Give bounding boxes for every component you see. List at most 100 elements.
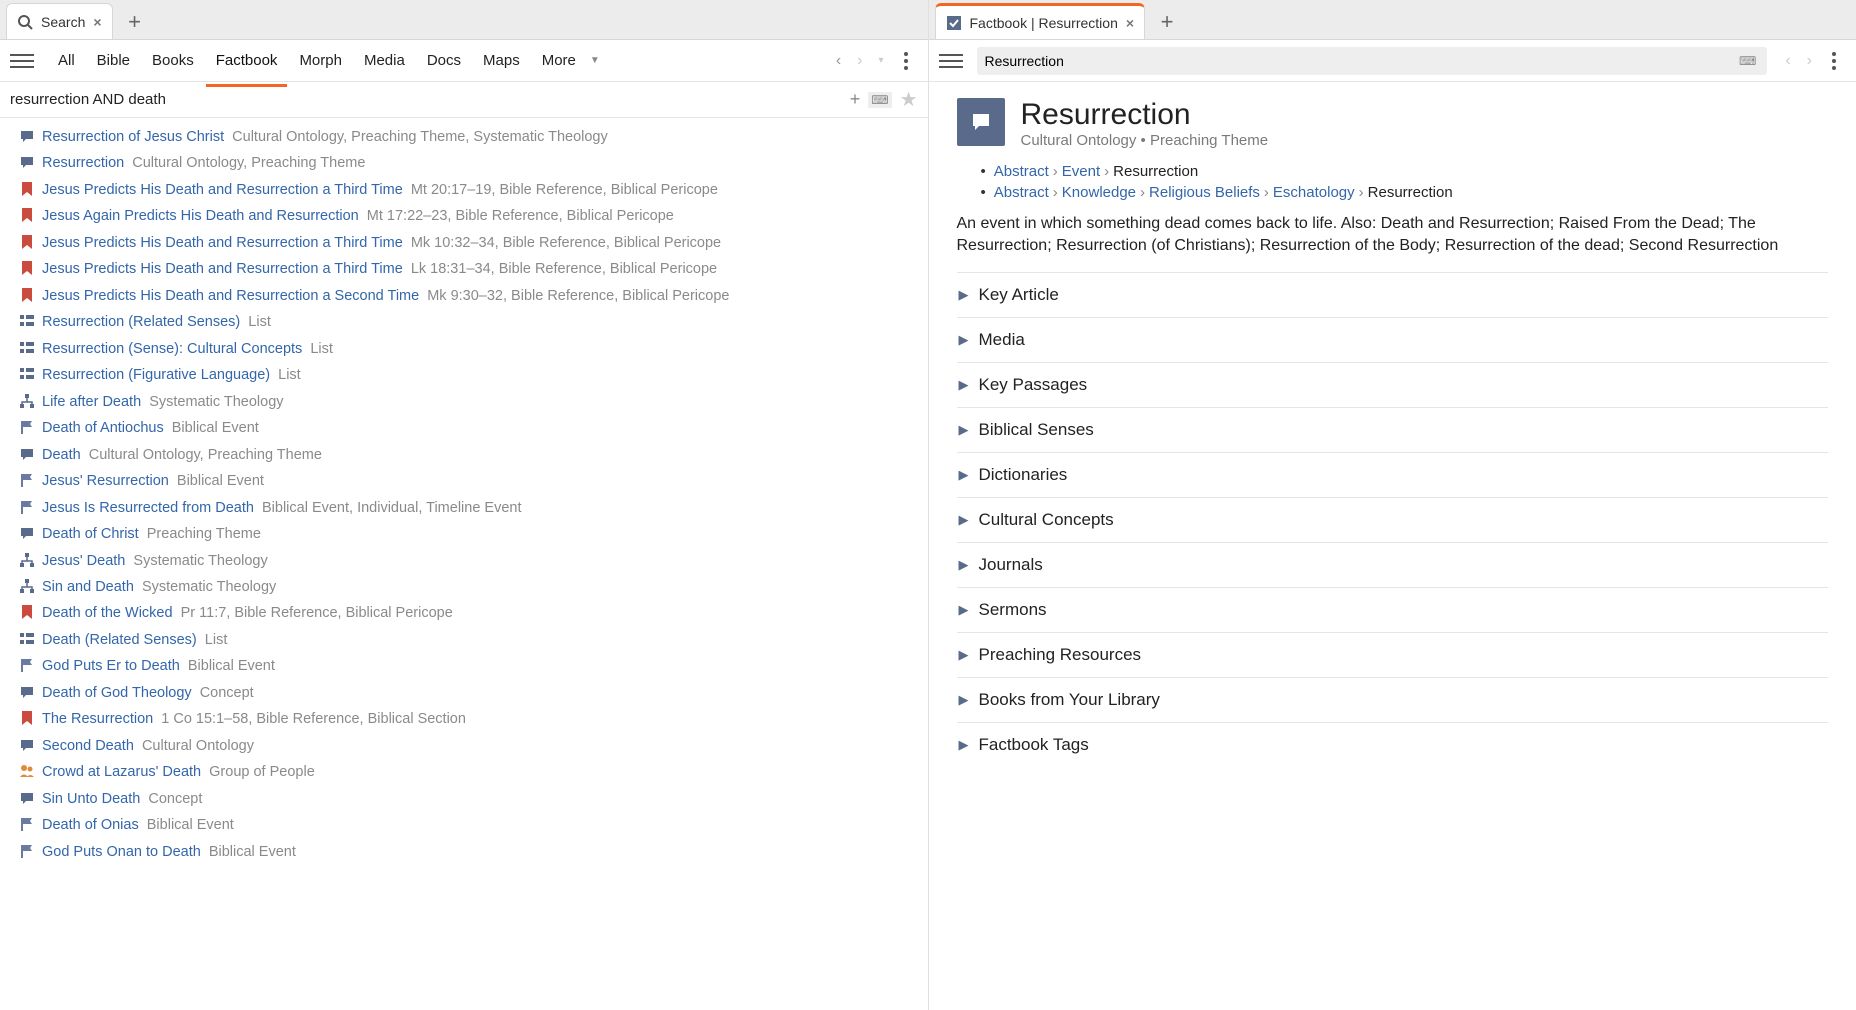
- nav-back[interactable]: ‹: [1779, 48, 1796, 74]
- breadcrumb-link[interactable]: Abstract: [994, 184, 1049, 201]
- result-row[interactable]: Jesus Predicts His Death and Resurrectio…: [18, 230, 928, 256]
- result-title[interactable]: Death of Onias: [42, 817, 139, 833]
- breadcrumb-link[interactable]: Eschatology: [1273, 184, 1355, 201]
- kebab-menu[interactable]: [1822, 49, 1846, 73]
- result-title[interactable]: Death of Antiochus: [42, 420, 164, 436]
- breadcrumb-link[interactable]: Event: [1062, 163, 1100, 180]
- result-title[interactable]: Death: [42, 447, 81, 463]
- toolbar-item-all[interactable]: All: [48, 46, 85, 75]
- result-row[interactable]: Sin and Death Systematic Theology: [18, 574, 928, 600]
- result-row[interactable]: Jesus Predicts His Death and Resurrectio…: [18, 256, 928, 282]
- breadcrumb-link[interactable]: Knowledge: [1062, 184, 1136, 201]
- result-title[interactable]: Second Death: [42, 738, 134, 754]
- result-row[interactable]: Death of God Theology Concept: [18, 680, 928, 706]
- result-row[interactable]: Death of the Wicked Pr 11:7, Bible Refer…: [18, 600, 928, 626]
- section-books-from-your-library[interactable]: ▶Books from Your Library: [957, 677, 1829, 722]
- chevron-down-icon[interactable]: ▼: [590, 55, 600, 66]
- result-title[interactable]: Resurrection (Figurative Language): [42, 367, 270, 383]
- kebab-menu[interactable]: [894, 49, 918, 73]
- result-row[interactable]: Jesus Is Resurrected from Death Biblical…: [18, 495, 928, 521]
- result-title[interactable]: The Resurrection: [42, 711, 153, 727]
- result-title[interactable]: Resurrection (Related Senses): [42, 314, 240, 330]
- result-row[interactable]: Jesus Predicts His Death and Resurrectio…: [18, 177, 928, 203]
- result-title[interactable]: Jesus Again Predicts His Death and Resur…: [42, 208, 359, 224]
- breadcrumb-link[interactable]: Religious Beliefs: [1149, 184, 1260, 201]
- result-row[interactable]: God Puts Onan to Death Biblical Event: [18, 839, 928, 865]
- result-row[interactable]: Resurrection (Related Senses) List: [18, 309, 928, 335]
- result-row[interactable]: Life after Death Systematic Theology: [18, 389, 928, 415]
- result-title[interactable]: Death of the Wicked: [42, 605, 173, 621]
- result-row[interactable]: Crowd at Lazarus' Death Group of People: [18, 759, 928, 785]
- result-row[interactable]: Death Cultural Ontology, Preaching Theme: [18, 442, 928, 468]
- toolbar-item-morph[interactable]: Morph: [289, 46, 352, 75]
- close-icon[interactable]: ×: [93, 14, 101, 30]
- result-title[interactable]: Sin and Death: [42, 579, 134, 595]
- section-journals[interactable]: ▶Journals: [957, 542, 1829, 587]
- toolbar-item-maps[interactable]: Maps: [473, 46, 530, 75]
- result-row[interactable]: Death of Onias Biblical Event: [18, 812, 928, 838]
- result-title[interactable]: Jesus Predicts His Death and Resurrectio…: [42, 261, 403, 277]
- result-row[interactable]: Death (Related Senses) List: [18, 627, 928, 653]
- hamburger-icon[interactable]: [10, 49, 34, 73]
- result-title[interactable]: God Puts Er to Death: [42, 658, 180, 674]
- section-media[interactable]: ▶Media: [957, 317, 1829, 362]
- nav-history-dropdown[interactable]: ▾: [872, 51, 889, 70]
- factbook-input[interactable]: [985, 53, 1737, 69]
- keyboard-icon[interactable]: ⌨: [868, 92, 891, 108]
- result-row[interactable]: Jesus' Death Systematic Theology: [18, 548, 928, 574]
- section-key-article[interactable]: ▶Key Article: [957, 272, 1829, 317]
- result-title[interactable]: Death of Christ: [42, 526, 139, 542]
- result-title[interactable]: Life after Death: [42, 394, 141, 410]
- result-title[interactable]: Resurrection (Sense): Cultural Concepts: [42, 341, 302, 357]
- result-title[interactable]: Jesus Predicts His Death and Resurrectio…: [42, 288, 419, 304]
- section-key-passages[interactable]: ▶Key Passages: [957, 362, 1829, 407]
- tab-factbook[interactable]: Factbook | Resurrection ×: [935, 3, 1146, 39]
- result-title[interactable]: Jesus' Death: [42, 553, 125, 569]
- toolbar-item-more[interactable]: More: [532, 46, 586, 75]
- toolbar-item-media[interactable]: Media: [354, 46, 415, 75]
- result-title[interactable]: Jesus Is Resurrected from Death: [42, 500, 254, 516]
- result-title[interactable]: Jesus Predicts His Death and Resurrectio…: [42, 182, 403, 198]
- result-row[interactable]: Second Death Cultural Ontology: [18, 733, 928, 759]
- result-row[interactable]: Resurrection (Figurative Language) List: [18, 362, 928, 388]
- section-biblical-senses[interactable]: ▶Biblical Senses: [957, 407, 1829, 452]
- result-row[interactable]: Resurrection of Jesus Christ Cultural On…: [18, 124, 928, 150]
- nav-forward[interactable]: ›: [1801, 48, 1818, 74]
- close-icon[interactable]: ×: [1126, 15, 1134, 31]
- result-title[interactable]: God Puts Onan to Death: [42, 844, 201, 860]
- section-dictionaries[interactable]: ▶Dictionaries: [957, 452, 1829, 497]
- result-row[interactable]: Jesus' Resurrection Biblical Event: [18, 468, 928, 494]
- add-icon[interactable]: +: [850, 89, 861, 110]
- result-row[interactable]: Sin Unto Death Concept: [18, 786, 928, 812]
- result-row[interactable]: God Puts Er to Death Biblical Event: [18, 653, 928, 679]
- toolbar-item-docs[interactable]: Docs: [417, 46, 471, 75]
- tab-search[interactable]: Search ×: [6, 3, 113, 39]
- section-factbook-tags[interactable]: ▶Factbook Tags: [957, 722, 1829, 767]
- result-row[interactable]: Jesus Predicts His Death and Resurrectio…: [18, 283, 928, 309]
- nav-back[interactable]: ‹: [830, 48, 847, 74]
- result-title[interactable]: Death (Related Senses): [42, 632, 197, 648]
- favorite-star-icon[interactable]: ★: [900, 87, 918, 112]
- result-row[interactable]: Jesus Again Predicts His Death and Resur…: [18, 203, 928, 229]
- result-row[interactable]: Resurrection Cultural Ontology, Preachin…: [18, 150, 928, 176]
- section-cultural-concepts[interactable]: ▶Cultural Concepts: [957, 497, 1829, 542]
- result-row[interactable]: The Resurrection 1 Co 15:1–58, Bible Ref…: [18, 706, 928, 732]
- toolbar-item-bible[interactable]: Bible: [87, 46, 140, 75]
- nav-forward[interactable]: ›: [851, 48, 868, 74]
- result-title[interactable]: Sin Unto Death: [42, 791, 140, 807]
- new-tab-button[interactable]: +: [117, 5, 153, 39]
- keyboard-icon[interactable]: ⌨: [1736, 53, 1759, 69]
- toolbar-item-books[interactable]: Books: [142, 46, 204, 75]
- section-preaching-resources[interactable]: ▶Preaching Resources: [957, 632, 1829, 677]
- result-row[interactable]: Resurrection (Sense): Cultural Concepts …: [18, 336, 928, 362]
- section-sermons[interactable]: ▶Sermons: [957, 587, 1829, 632]
- new-tab-button[interactable]: +: [1149, 5, 1185, 39]
- search-query-text[interactable]: resurrection AND death: [10, 91, 842, 108]
- breadcrumb-link[interactable]: Abstract: [994, 163, 1049, 180]
- result-row[interactable]: Death of Christ Preaching Theme: [18, 521, 928, 547]
- result-title[interactable]: Jesus' Resurrection: [42, 473, 169, 489]
- result-title[interactable]: Death of God Theology: [42, 685, 192, 701]
- result-title[interactable]: Jesus Predicts His Death and Resurrectio…: [42, 235, 403, 251]
- hamburger-icon[interactable]: [939, 49, 963, 73]
- result-title[interactable]: Resurrection: [42, 155, 124, 171]
